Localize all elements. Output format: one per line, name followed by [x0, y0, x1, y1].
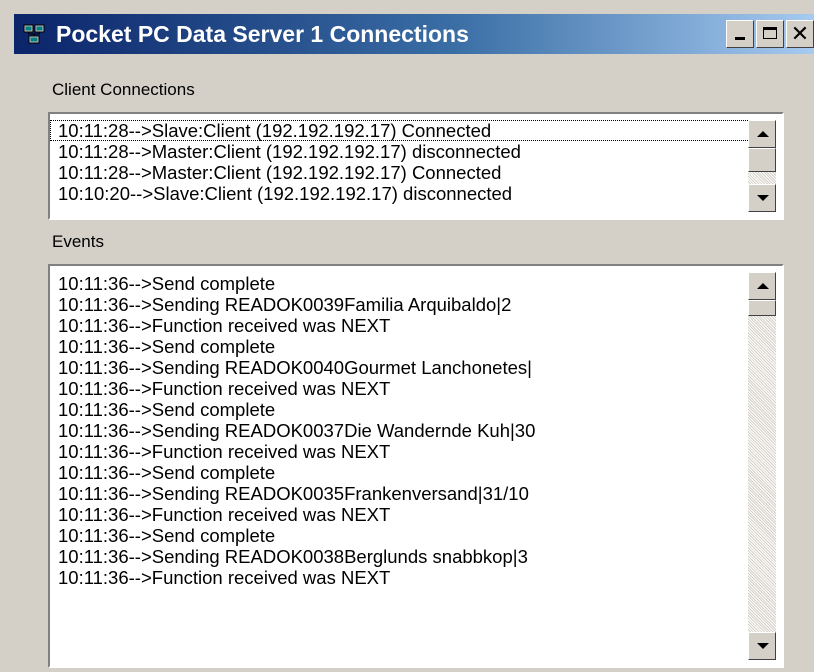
list-item[interactable]: 10:11:36-->Sending READOK0039Familia Arq…: [50, 294, 752, 315]
scroll-down-button[interactable]: [748, 184, 776, 212]
minimize-icon: [735, 37, 745, 40]
scroll-thumb[interactable]: [748, 300, 776, 316]
list-item[interactable]: 10:11:36-->Send complete: [50, 336, 752, 357]
close-icon: ✕: [790, 21, 810, 46]
connections-window: Pocket PC Data Server 1 Connections ✕ Cl…: [0, 0, 814, 672]
client-connections-label: Client Connections: [52, 80, 195, 99]
maximize-icon: [763, 27, 777, 39]
list-item[interactable]: 10:11:36-->Function received was NEXT: [50, 567, 752, 588]
window-title: Pocket PC Data Server 1 Connections: [56, 21, 469, 47]
network-computers-icon: [23, 24, 45, 44]
list-item[interactable]: 10:11:36-->Sending READOK0040Gourmet Lan…: [50, 357, 752, 378]
events-list[interactable]: 10:11:36-->Send complete 10:11:36-->Send…: [48, 264, 784, 668]
scroll-thumb[interactable]: [748, 148, 776, 172]
events-label: Events: [52, 232, 104, 251]
scroll-down-button[interactable]: [748, 632, 776, 660]
list-item[interactable]: 10:11:36-->Function received was NEXT: [50, 504, 752, 525]
close-button[interactable]: ✕: [786, 20, 814, 48]
list-item[interactable]: 10:11:36-->Send complete: [50, 462, 752, 483]
window-controls: ✕: [726, 20, 814, 48]
list-item[interactable]: 10:11:36-->Function received was NEXT: [50, 315, 752, 336]
list-item[interactable]: 10:11:36-->Send complete: [50, 525, 752, 546]
list-item[interactable]: 10:10:20-->Slave:Client (192.192.192.17)…: [50, 183, 752, 204]
title-bar[interactable]: Pocket PC Data Server 1 Connections ✕: [14, 14, 814, 54]
minimize-button[interactable]: [726, 20, 754, 48]
arrow-up-icon: [757, 131, 769, 137]
scroll-up-button[interactable]: [748, 120, 776, 148]
arrow-down-icon: [757, 195, 769, 201]
list-item[interactable]: 10:11:28-->Master:Client (192.192.192.17…: [50, 162, 752, 183]
list-item[interactable]: 10:11:36-->Function received was NEXT: [50, 378, 752, 399]
list-item[interactable]: 10:11:28-->Master:Client (192.192.192.17…: [50, 141, 752, 162]
client-connections-list[interactable]: 10:11:28-->Slave:Client (192.192.192.17)…: [48, 112, 784, 220]
list-item[interactable]: 10:11:28-->Slave:Client (192.192.192.17)…: [50, 120, 752, 141]
list-item[interactable]: 10:11:36-->Send complete: [50, 273, 752, 294]
client-connections-scrollbar[interactable]: [748, 120, 776, 212]
arrow-down-icon: [757, 643, 769, 649]
list-item[interactable]: 10:11:36-->Sending READOK0038Berglunds s…: [50, 546, 752, 567]
list-item[interactable]: 10:11:36-->Send complete: [50, 399, 752, 420]
list-item[interactable]: 10:11:36-->Sending READOK0037Die Wandern…: [50, 420, 752, 441]
scroll-up-button[interactable]: [748, 272, 776, 300]
maximize-button[interactable]: [756, 20, 784, 48]
events-scrollbar[interactable]: [748, 272, 776, 660]
list-item[interactable]: 10:11:36-->Function received was NEXT: [50, 441, 752, 462]
list-item[interactable]: 10:11:36-->Sending READOK0035Frankenvers…: [50, 483, 752, 504]
arrow-up-icon: [757, 283, 769, 289]
